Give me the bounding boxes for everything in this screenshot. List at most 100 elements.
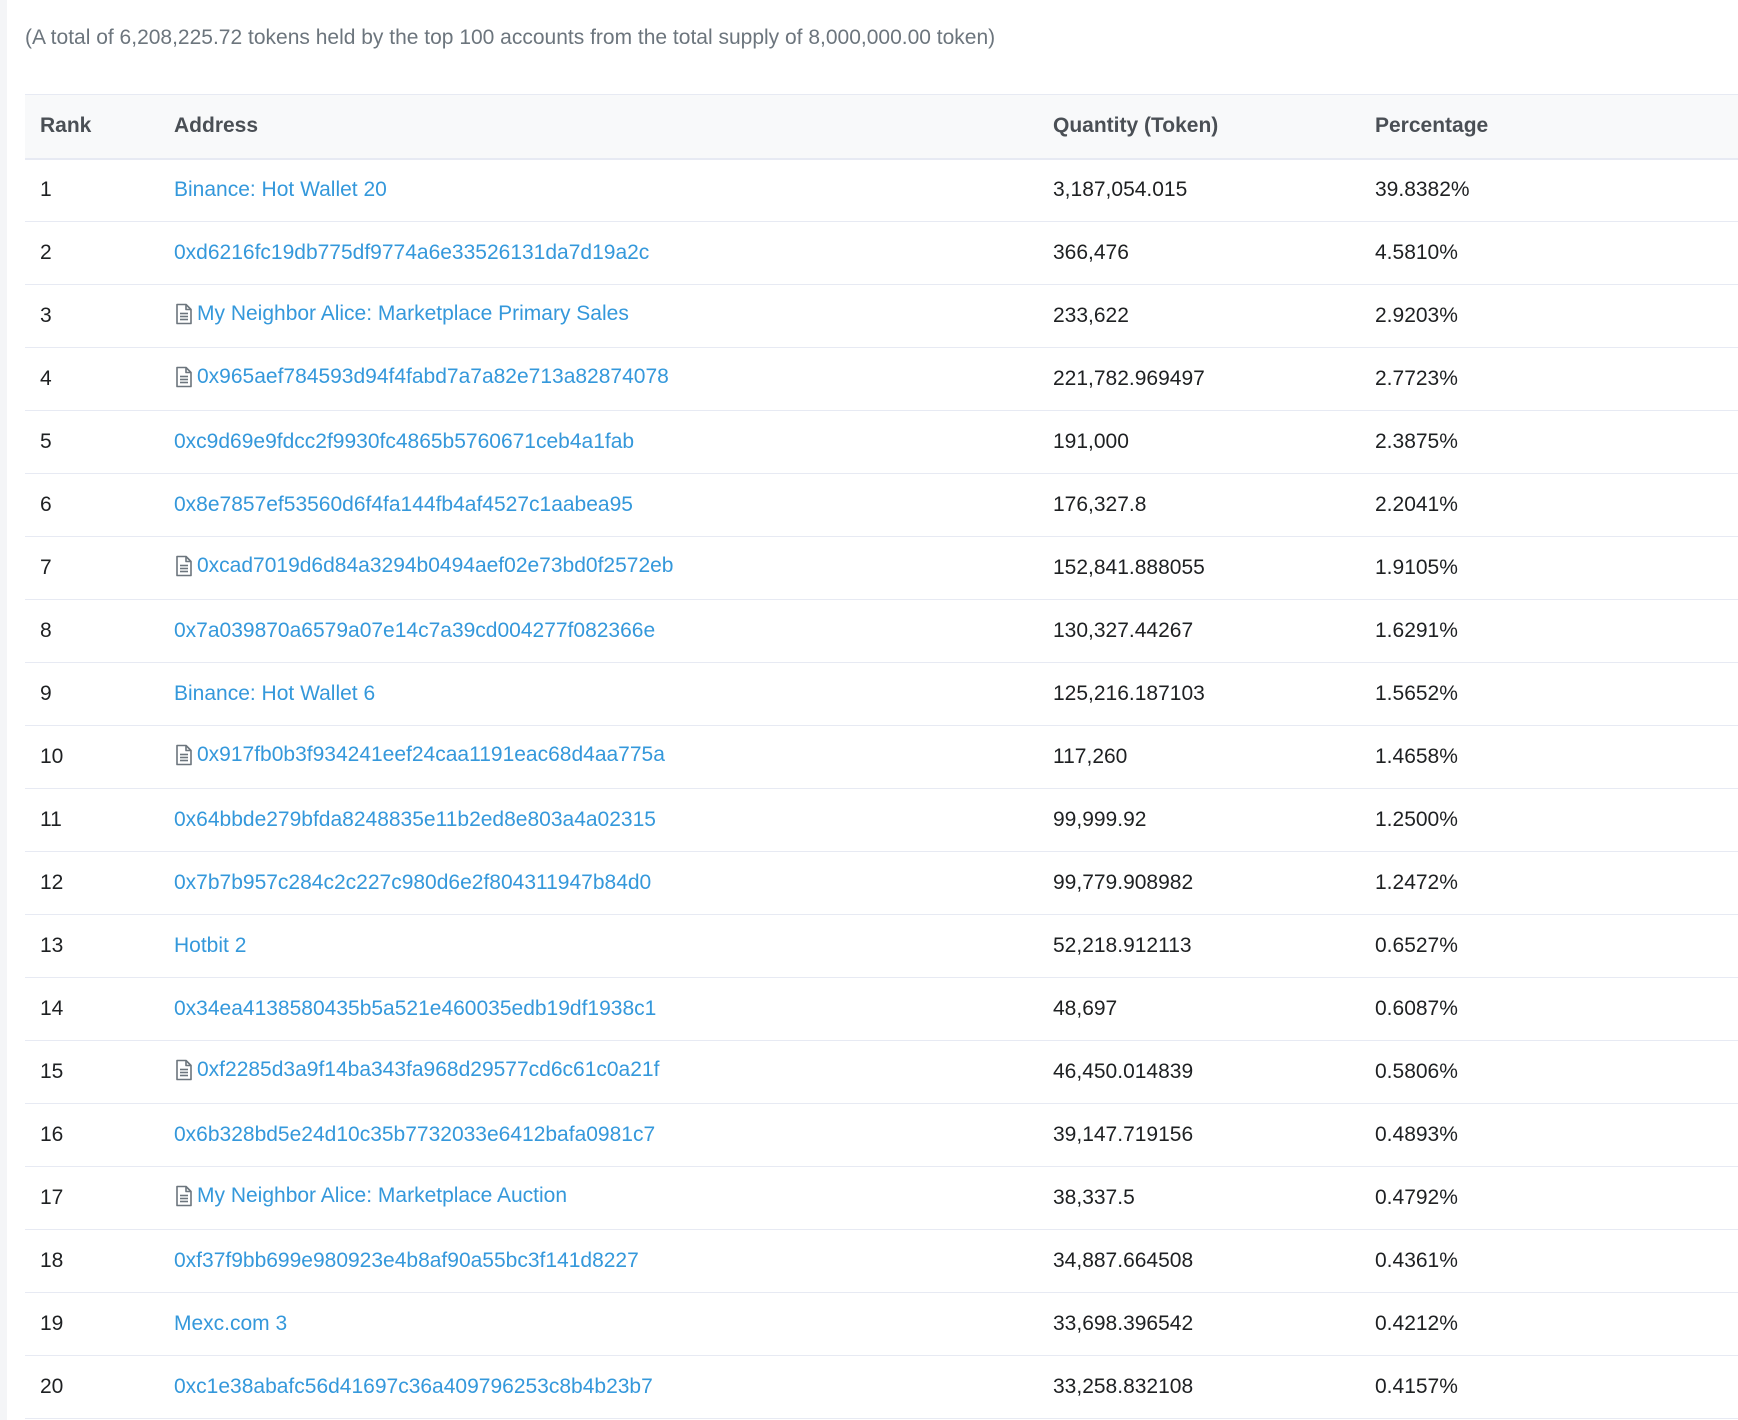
percentage-cell: 2.7723% bbox=[1360, 347, 1738, 411]
quantity-cell: 233,622 bbox=[1038, 284, 1360, 348]
quantity-cell: 125,216.187103 bbox=[1038, 662, 1360, 726]
rank-cell: 11 bbox=[25, 788, 159, 852]
rank-cell: 8 bbox=[25, 599, 159, 663]
address-link[interactable]: Binance: Hot Wallet 20 bbox=[174, 178, 387, 202]
rank-cell: 3 bbox=[25, 284, 159, 348]
column-header-rank: Rank bbox=[25, 94, 159, 160]
address-label: 0x64bbde279bfda8248835e11b2ed8e803a4a023… bbox=[174, 808, 656, 831]
address-cell: 0x64bbde279bfda8248835e11b2ed8e803a4a023… bbox=[159, 788, 1038, 852]
file-document-icon bbox=[174, 1185, 194, 1207]
address-label: Hotbit 2 bbox=[174, 934, 247, 957]
quantity-cell: 366,476 bbox=[1038, 221, 1360, 285]
holders-summary-text: (A total of 6,208,225.72 tokens held by … bbox=[25, 26, 996, 49]
address-label: 0x6b328bd5e24d10c35b7732033e6412bafa0981… bbox=[174, 1123, 656, 1146]
rank-cell: 4 bbox=[25, 347, 159, 411]
table-body: 1 Binance: Hot Wallet 20 3,187,054.015 39.8… bbox=[25, 158, 1738, 1419]
address-link[interactable]: Hotbit 2 bbox=[174, 934, 246, 958]
percentage-cell: 1.9105% bbox=[1360, 536, 1738, 600]
address-cell: 0xf37f9bb699e980923e4b8af90a55bc3f141d82… bbox=[159, 1229, 1038, 1293]
file-document-icon bbox=[174, 366, 194, 388]
address-link[interactable]: 0x7b7b957c284c2c227c980d6e2f804311947b84… bbox=[174, 871, 651, 895]
table-row: 4 0x965aef784593d94f4fabd7a7a82e713a82874… bbox=[25, 347, 1738, 411]
quantity-cell: 176,327.8 bbox=[1038, 473, 1360, 537]
address-link[interactable]: 0xf37f9bb699e980923e4b8af90a55bc3f141d82… bbox=[174, 1249, 639, 1273]
table-row: 17 My Neighbor Alice: Marketplace Auction… bbox=[25, 1166, 1738, 1230]
address-link[interactable]: Mexc.com 3 bbox=[174, 1312, 287, 1336]
address-link[interactable]: 0x917fb0b3f934241eef24caa1191eac68d4aa77… bbox=[174, 743, 665, 767]
percentage-cell: 0.4212% bbox=[1360, 1292, 1738, 1356]
address-link[interactable]: My Neighbor Alice: Marketplace Primary S… bbox=[174, 302, 629, 326]
rank-cell: 15 bbox=[25, 1040, 159, 1104]
percentage-cell: 0.4157% bbox=[1360, 1355, 1738, 1419]
quantity-cell: 191,000 bbox=[1038, 410, 1360, 474]
rank-cell: 6 bbox=[25, 473, 159, 537]
rank-cell: 7 bbox=[25, 536, 159, 600]
table-row: 12 0x7b7b957c284c2c227c980d6e2f804311947b… bbox=[25, 851, 1738, 915]
table-row: 14 0x34ea4138580435b5a521e460035edb19df19… bbox=[25, 977, 1738, 1041]
table-header-row: Rank Address Quantity (Token) Percentage bbox=[25, 94, 1738, 160]
quantity-cell: 48,697 bbox=[1038, 977, 1360, 1041]
address-label: 0x7b7b957c284c2c227c980d6e2f804311947b84… bbox=[174, 871, 652, 894]
quantity-cell: 39,147.719156 bbox=[1038, 1103, 1360, 1167]
address-cell: Mexc.com 3 bbox=[159, 1292, 1038, 1356]
quantity-cell: 99,999.92 bbox=[1038, 788, 1360, 852]
address-cell: Binance: Hot Wallet 6 bbox=[159, 662, 1038, 726]
address-link[interactable]: 0x7a039870a6579a07e14c7a39cd004277f08236… bbox=[174, 619, 655, 643]
address-label: 0x8e7857ef53560d6f4fa144fb4af4527c1aabea… bbox=[174, 493, 633, 516]
percentage-cell: 2.9203% bbox=[1360, 284, 1738, 348]
rank-cell: 10 bbox=[25, 725, 159, 789]
address-link[interactable]: 0xc9d69e9fdcc2f9930fc4865b5760671ceb4a1f… bbox=[174, 430, 634, 454]
address-link[interactable]: 0xf2285d3a9f14ba343fa968d29577cd6c61c0a2… bbox=[174, 1058, 659, 1082]
quantity-cell: 33,258.832108 bbox=[1038, 1355, 1360, 1419]
percentage-cell: 0.4792% bbox=[1360, 1166, 1738, 1230]
address-link[interactable]: 0x8e7857ef53560d6f4fa144fb4af4527c1aabea… bbox=[174, 493, 633, 517]
file-document-icon bbox=[174, 1059, 194, 1081]
percentage-cell: 1.5652% bbox=[1360, 662, 1738, 726]
percentage-cell: 1.4658% bbox=[1360, 725, 1738, 789]
address-label: 0x7a039870a6579a07e14c7a39cd004277f08236… bbox=[174, 619, 656, 642]
table-row: 1 Binance: Hot Wallet 20 3,187,054.015 39.8… bbox=[25, 158, 1738, 222]
quantity-cell: 52,218.912113 bbox=[1038, 914, 1360, 978]
token-holders-table: Rank Address Quantity (Token) Percentage… bbox=[25, 94, 1738, 1419]
table-row: 3 My Neighbor Alice: Marketplace Primary … bbox=[25, 284, 1738, 348]
address-link[interactable]: 0x6b328bd5e24d10c35b7732033e6412bafa0981… bbox=[174, 1123, 655, 1147]
table-row: 6 0x8e7857ef53560d6f4fa144fb4af4527c1aabe… bbox=[25, 473, 1738, 537]
table-row: 18 0xf37f9bb699e980923e4b8af90a55bc3f141d… bbox=[25, 1229, 1738, 1293]
table-row: 20 0xc1e38abafc56d41697c36a409796253c8b4b… bbox=[25, 1355, 1738, 1419]
percentage-cell: 1.6291% bbox=[1360, 599, 1738, 663]
address-link[interactable]: 0xc1e38abafc56d41697c36a409796253c8b4b23… bbox=[174, 1375, 653, 1399]
file-document-icon bbox=[174, 303, 194, 325]
percentage-cell: 4.5810% bbox=[1360, 221, 1738, 285]
column-header-percentage: Percentage bbox=[1360, 94, 1738, 160]
table-row: 9 Binance: Hot Wallet 6 125,216.187103 1.56… bbox=[25, 662, 1738, 726]
address-link[interactable]: My Neighbor Alice: Marketplace Auction bbox=[174, 1184, 567, 1208]
address-link[interactable]: 0x965aef784593d94f4fabd7a7a82e713a828740… bbox=[174, 365, 669, 389]
address-cell: My Neighbor Alice: Marketplace Primary S… bbox=[159, 284, 1038, 348]
address-link[interactable]: 0x34ea4138580435b5a521e460035edb19df1938… bbox=[174, 997, 656, 1021]
quantity-cell: 46,450.014839 bbox=[1038, 1040, 1360, 1104]
address-cell: 0x6b328bd5e24d10c35b7732033e6412bafa0981… bbox=[159, 1103, 1038, 1167]
percentage-cell: 1.2500% bbox=[1360, 788, 1738, 852]
rank-cell: 2 bbox=[25, 221, 159, 285]
table-row: 8 0x7a039870a6579a07e14c7a39cd004277f0823… bbox=[25, 599, 1738, 663]
quantity-cell: 130,327.44267 bbox=[1038, 599, 1360, 663]
address-label: Mexc.com 3 bbox=[174, 1312, 288, 1335]
address-cell: 0x34ea4138580435b5a521e460035edb19df1938… bbox=[159, 977, 1038, 1041]
address-link[interactable]: Binance: Hot Wallet 6 bbox=[174, 682, 375, 706]
address-cell: Hotbit 2 bbox=[159, 914, 1038, 978]
address-link[interactable]: 0x64bbde279bfda8248835e11b2ed8e803a4a023… bbox=[174, 808, 656, 832]
rank-cell: 17 bbox=[25, 1166, 159, 1230]
address-link[interactable]: 0xcad7019d6d84a3294b0494aef02e73bd0f2572… bbox=[174, 554, 673, 578]
address-label: 0xc1e38abafc56d41697c36a409796253c8b4b23… bbox=[174, 1375, 653, 1398]
address-cell: 0x7b7b957c284c2c227c980d6e2f804311947b84… bbox=[159, 851, 1038, 915]
table-row: 19 Mexc.com 3 33,698.396542 0.4212% bbox=[25, 1292, 1738, 1356]
address-label: Binance: Hot Wallet 6 bbox=[174, 682, 376, 705]
quantity-cell: 34,887.664508 bbox=[1038, 1229, 1360, 1293]
quantity-cell: 38,337.5 bbox=[1038, 1166, 1360, 1230]
address-label: 0xcad7019d6d84a3294b0494aef02e73bd0f2572… bbox=[197, 553, 674, 577]
address-link[interactable]: 0xd6216fc19db775df9774a6e33526131da7d19a… bbox=[174, 241, 649, 265]
percentage-cell: 1.2472% bbox=[1360, 851, 1738, 915]
address-cell: 0xc9d69e9fdcc2f9930fc4865b5760671ceb4a1f… bbox=[159, 410, 1038, 474]
percentage-cell: 2.2041% bbox=[1360, 473, 1738, 537]
file-document-icon bbox=[174, 744, 194, 766]
